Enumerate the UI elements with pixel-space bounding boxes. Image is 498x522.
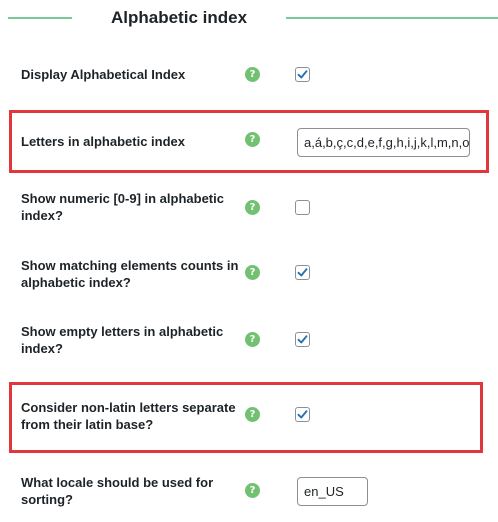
question-circle-icon[interactable]: ? xyxy=(245,265,260,280)
checkmark-icon xyxy=(297,410,308,419)
question-circle-icon[interactable]: ? xyxy=(245,332,260,347)
letters-input[interactable]: a,á,b,ç,c,d,e,f,g,h,i,j,k,l,m,n,o xyxy=(297,128,470,157)
question-circle-icon[interactable]: ? xyxy=(245,67,260,82)
show-empty-letters-checkbox[interactable] xyxy=(295,332,310,347)
setting-label: Show empty letters in alphabetic index? xyxy=(21,324,224,356)
header-divider-left xyxy=(8,17,72,19)
question-circle-icon[interactable]: ? xyxy=(245,483,260,498)
checkmark-icon xyxy=(297,268,308,277)
section-title: Alphabetic index xyxy=(111,8,248,27)
header-divider-right xyxy=(286,17,498,19)
setting-label: What locale should be used for sorting? xyxy=(21,475,214,507)
non-latin-separate-checkbox[interactable] xyxy=(295,407,310,422)
question-circle-icon[interactable]: ? xyxy=(245,407,260,422)
checkmark-icon xyxy=(297,335,308,344)
locale-input[interactable]: en_US xyxy=(297,477,368,506)
setting-label: Show numeric [0-9] in alphabetic index? xyxy=(21,191,224,223)
checkmark-icon xyxy=(297,70,308,79)
display-index-checkbox[interactable] xyxy=(295,67,310,82)
question-circle-icon[interactable]: ? xyxy=(245,132,260,147)
setting-label: Show matching elements counts in alphabe… xyxy=(21,258,239,290)
setting-label: Letters in alphabetic index xyxy=(21,134,185,149)
setting-label: Display Alphabetical Index xyxy=(21,67,186,82)
show-counts-checkbox[interactable] xyxy=(295,265,310,280)
question-circle-icon[interactable]: ? xyxy=(245,200,260,215)
setting-label: Consider non-latin letters separate from… xyxy=(21,400,236,432)
show-numeric-checkbox[interactable] xyxy=(295,200,310,215)
